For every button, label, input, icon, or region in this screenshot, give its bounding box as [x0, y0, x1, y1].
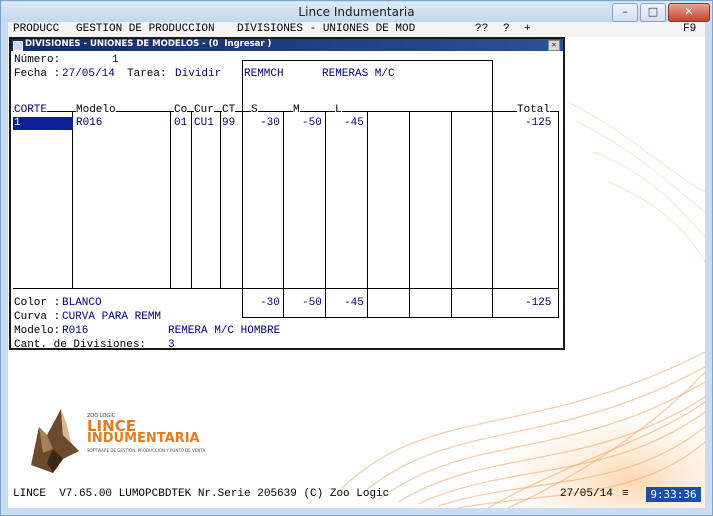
divisiones-dialog: DIVISIONES - UNIONES DE MODELOS - (0 Ing… [9, 37, 565, 351]
numero-value[interactable]: 1 [112, 54, 119, 67]
col-s: S [251, 104, 258, 117]
row-co[interactable]: 01 [174, 117, 187, 130]
menu-divisiones[interactable]: DIVISIONES - UNIONES DE MOD [237, 23, 415, 35]
tarea-value[interactable]: Dividir [175, 68, 221, 81]
tarea-label: Tarea: [127, 68, 167, 80]
status-bar: LINCE V7.65.00 LUMOPCBDTEK Nr.Serie 2056… [8, 487, 705, 503]
color-value: BLANCO [62, 297, 102, 309]
lynx-head-icon [31, 409, 79, 473]
row-modelo[interactable]: R016 [76, 117, 102, 130]
row-s[interactable]: -30 [260, 117, 280, 130]
logo-tagline: SOFTWARE DE GESTIÓN, PRODUCCIÓN Y PUNTO … [87, 448, 206, 453]
maximize-button[interactable]: □ [640, 3, 666, 22]
col-l: L [335, 104, 342, 117]
numero-label: Número: [14, 54, 61, 66]
status-text: LINCE V7.65.00 LUMOPCBDTEK Nr.Serie 2056… [13, 488, 390, 500]
row-ct[interactable]: 99 [222, 117, 235, 130]
dialog-title: DIVISIONES - UNIONES DE MODELOS - (0 Ing… [25, 39, 272, 49]
corte-cell-selected[interactable]: 1 [13, 117, 73, 130]
col-modelo: Modelo [76, 104, 116, 117]
menu-help-double[interactable]: ?? [475, 23, 488, 35]
window-title: Lince Indumentaria [298, 5, 415, 19]
minimize-button[interactable]: – [612, 3, 638, 22]
menu-plus[interactable]: + [524, 23, 531, 35]
modelo-desc: REMERA M/C HOMBRE [168, 325, 281, 337]
row-cur[interactable]: CU1 [194, 117, 214, 130]
cant-divisiones-value: 3 [168, 339, 175, 351]
menu-help[interactable]: ? [503, 23, 510, 35]
status-date: 27/05/14 [560, 488, 613, 500]
total-total: -125 [525, 297, 552, 309]
curva-label: Curva : [14, 311, 61, 323]
menu-icon[interactable]: ≡ [622, 488, 629, 501]
curve-code: REMMCH [244, 68, 284, 80]
menu-bar: PRODUCC GESTION DE PRODUCCION DIVISIONES… [8, 22, 705, 37]
col-ct: CT [222, 104, 236, 117]
cant-divisiones-label: Cant. de Divisiones: [14, 339, 147, 351]
modelo-value: R016 [62, 325, 89, 337]
total-s: -30 [260, 297, 280, 309]
total-l: -45 [344, 297, 364, 309]
row-total: -125 [525, 117, 552, 129]
menu-producc[interactable]: PRODUCC [13, 23, 59, 35]
col-corte: CORTE [14, 104, 48, 117]
modelo-label: Modelo: [14, 325, 61, 337]
col-cur: Cur [194, 104, 214, 117]
close-button[interactable]: ✕ [668, 3, 710, 22]
col-total: Total [517, 104, 551, 117]
col-m: M [293, 104, 300, 117]
row-l[interactable]: -45 [344, 117, 364, 130]
app-window: Lince Indumentaria – □ ✕ PRODUCC GESTION… [0, 0, 713, 516]
row-m[interactable]: -50 [302, 117, 322, 130]
client-area: PRODUCC GESTION DE PRODUCCION DIVISIONES… [8, 22, 705, 508]
row-corte: 1 [14, 117, 21, 129]
logo-line2: INDUMENTARIA [87, 431, 200, 446]
fecha-value[interactable]: 27/05/14 [62, 68, 115, 81]
menu-f9[interactable]: F9 [683, 23, 696, 35]
dialog-titlebar[interactable]: DIVISIONES - UNIONES DE MODELOS - (0 Ing… [11, 39, 563, 51]
lince-logo: ZOO LOGIC LINCE INDUMENTARIA SOFTWARE DE… [23, 405, 223, 485]
col-co: Co [174, 104, 188, 117]
menu-gestion-produccion[interactable]: GESTION DE PRODUCCION [76, 23, 215, 35]
dialog-close-icon[interactable]: ✕ [548, 40, 560, 51]
curve-desc: REMERAS M/C [322, 68, 395, 80]
dialog-icon [13, 41, 23, 51]
total-m: -50 [302, 297, 322, 309]
window-titlebar[interactable]: Lince Indumentaria – □ ✕ [2, 2, 711, 22]
status-clock: 9:33:36 [646, 487, 701, 502]
fecha-label: Fecha : [14, 68, 61, 80]
color-label: Color : [14, 297, 61, 309]
curva-value: CURVA PARA REMM [62, 311, 162, 323]
